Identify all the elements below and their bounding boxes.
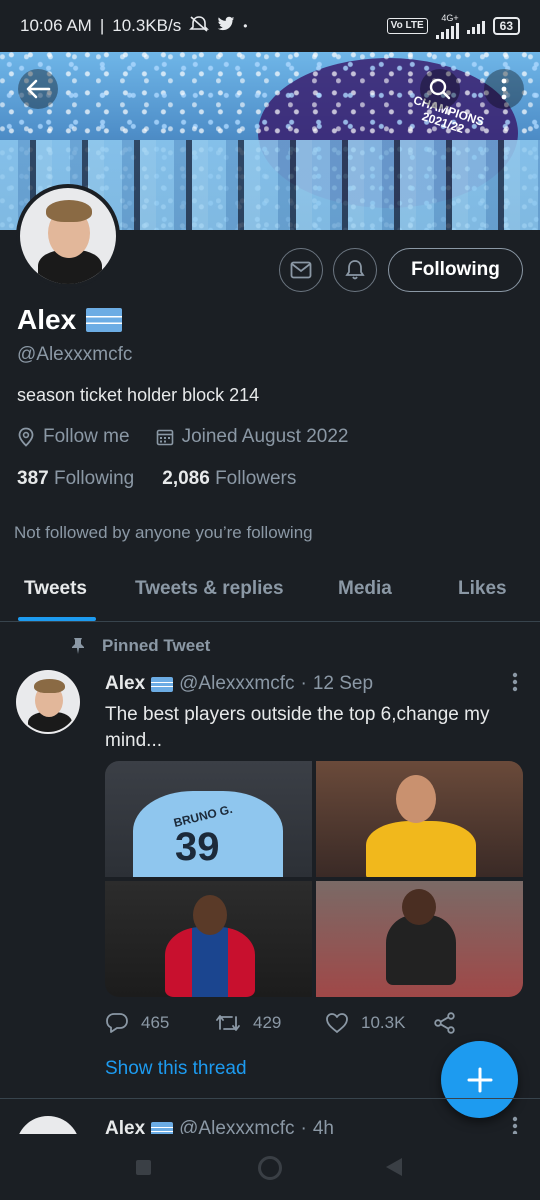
plus-icon <box>467 1067 492 1092</box>
tweet-header: Alex @Alexxxmcfc · 12 Sep <box>105 673 374 695</box>
tweet-image-2[interactable] <box>316 761 523 877</box>
tweet-2-author-handle: @Alexxxmcfc <box>179 1118 295 1134</box>
profile-avatar[interactable] <box>16 184 120 288</box>
tweet-2[interactable]: Alex @Alexxxmcfc · 4h <box>0 1110 540 1134</box>
compose-tweet-button[interactable] <box>441 1041 518 1118</box>
search-button[interactable] <box>420 69 460 109</box>
tweet-actions: 465 429 10.3K <box>105 1012 457 1034</box>
like-count: 10.3K <box>361 1013 406 1032</box>
share-icon <box>434 1012 455 1034</box>
profile-bio: season ticket holder block 214 <box>17 385 260 405</box>
tweet-2-header: Alex @Alexxxmcfc · 4h <box>105 1118 334 1134</box>
more-vertical-icon <box>512 1116 518 1134</box>
tab-media[interactable]: Media <box>338 578 392 600</box>
argentina-flag-icon <box>151 1121 174 1134</box>
reply-count: 465 <box>141 1013 170 1032</box>
tweet-avatar[interactable] <box>16 670 80 734</box>
profile-stats: 387 Following 2,086 Followers <box>17 468 296 490</box>
mute-icon <box>189 15 210 38</box>
back-button[interactable] <box>18 69 58 109</box>
profile-handle: @Alexxxmcfc <box>17 344 133 365</box>
heart-icon <box>326 1013 348 1033</box>
arrow-left-icon <box>26 79 51 99</box>
reply-button[interactable]: 465 <box>105 1012 215 1034</box>
system-nav-bar <box>0 1134 540 1200</box>
tab-tweets-replies[interactable]: Tweets & replies <box>135 578 284 600</box>
argentina-flag-icon <box>151 676 174 692</box>
calendar-icon <box>156 429 173 446</box>
tweet-image-4[interactable] <box>316 881 523 997</box>
tweet-2-author-name[interactable]: Alex <box>105 1118 145 1134</box>
active-tab-indicator <box>18 617 96 621</box>
tweet-text: The best players outside the top 6,chang… <box>105 704 490 751</box>
following-stat[interactable]: 387 Following <box>17 468 134 490</box>
following-button[interactable]: Following <box>388 248 523 292</box>
tweet-2-more-button[interactable] <box>512 1116 518 1134</box>
recents-button[interactable] <box>136 1160 151 1175</box>
tweet-date: 12 Sep <box>312 673 374 694</box>
profile-joined: Joined August 2022 <box>181 426 349 447</box>
followers-stat[interactable]: 2,086 Followers <box>162 468 296 490</box>
notifications-button[interactable] <box>333 248 377 292</box>
bell-plus-icon <box>345 260 365 280</box>
not-followed-notice: Not followed by anyone you’re following <box>14 523 313 542</box>
search-icon <box>429 78 451 100</box>
tab-tweets[interactable]: Tweets <box>24 578 87 600</box>
tweet-media-grid[interactable]: BRUNO G. 39 <box>105 761 523 997</box>
status-time: 10:06 AM <box>20 16 92 35</box>
home-button[interactable] <box>258 1156 282 1180</box>
profile-location: Follow me <box>43 426 130 447</box>
profile-name: Alex <box>17 304 77 335</box>
mail-icon <box>290 261 312 279</box>
retweet-icon <box>216 1015 240 1031</box>
location-pin-icon <box>18 427 34 447</box>
reply-icon <box>106 1013 128 1033</box>
tweet-2-time: 4h <box>312 1118 334 1134</box>
like-button[interactable]: 10.3K <box>325 1012 433 1034</box>
tweet-more-button[interactable] <box>512 672 518 698</box>
twitter-bird-icon <box>217 16 235 37</box>
share-button[interactable] <box>433 1012 457 1034</box>
profile-tabs: Tweets Tweets & replies Media Likes <box>0 564 540 622</box>
tweet-image-1[interactable]: BRUNO G. 39 <box>105 761 312 877</box>
tab-likes[interactable]: Likes <box>458 578 507 600</box>
signal-icon-2 <box>466 18 485 34</box>
more-vertical-icon <box>512 672 518 692</box>
signal-icon: 4G+ <box>435 13 459 39</box>
tweet-divider <box>0 1098 540 1099</box>
profile-name-row: Alex <box>17 304 123 336</box>
pinned-label: Pinned Tweet <box>70 636 210 656</box>
argentina-flag-icon <box>86 308 123 332</box>
tweet-author-handle: @Alexxxmcfc <box>179 673 295 694</box>
tweet-2-avatar[interactable] <box>16 1116 80 1134</box>
volte-badge: Vo LTE <box>386 18 428 34</box>
status-bar: 10:06 AM | 10.3KB/s • Vo LTE 4G+ 63 <box>0 0 540 52</box>
battery-icon: 63 <box>492 17 520 35</box>
pin-icon <box>72 638 84 654</box>
back-nav-button[interactable] <box>386 1158 402 1176</box>
retweet-count: 429 <box>253 1013 282 1032</box>
show-thread-link[interactable]: Show this thread <box>105 1058 247 1080</box>
more-vertical-icon <box>501 78 507 100</box>
tweet-author-name[interactable]: Alex <box>105 673 145 695</box>
retweet-button[interactable]: 429 <box>215 1013 325 1033</box>
message-button[interactable] <box>279 248 323 292</box>
profile-meta: Follow me Joined August 2022 <box>17 426 349 448</box>
more-options-button[interactable] <box>484 69 524 109</box>
tweet-image-3[interactable] <box>105 881 312 997</box>
status-speed: 10.3KB/s <box>112 16 182 35</box>
